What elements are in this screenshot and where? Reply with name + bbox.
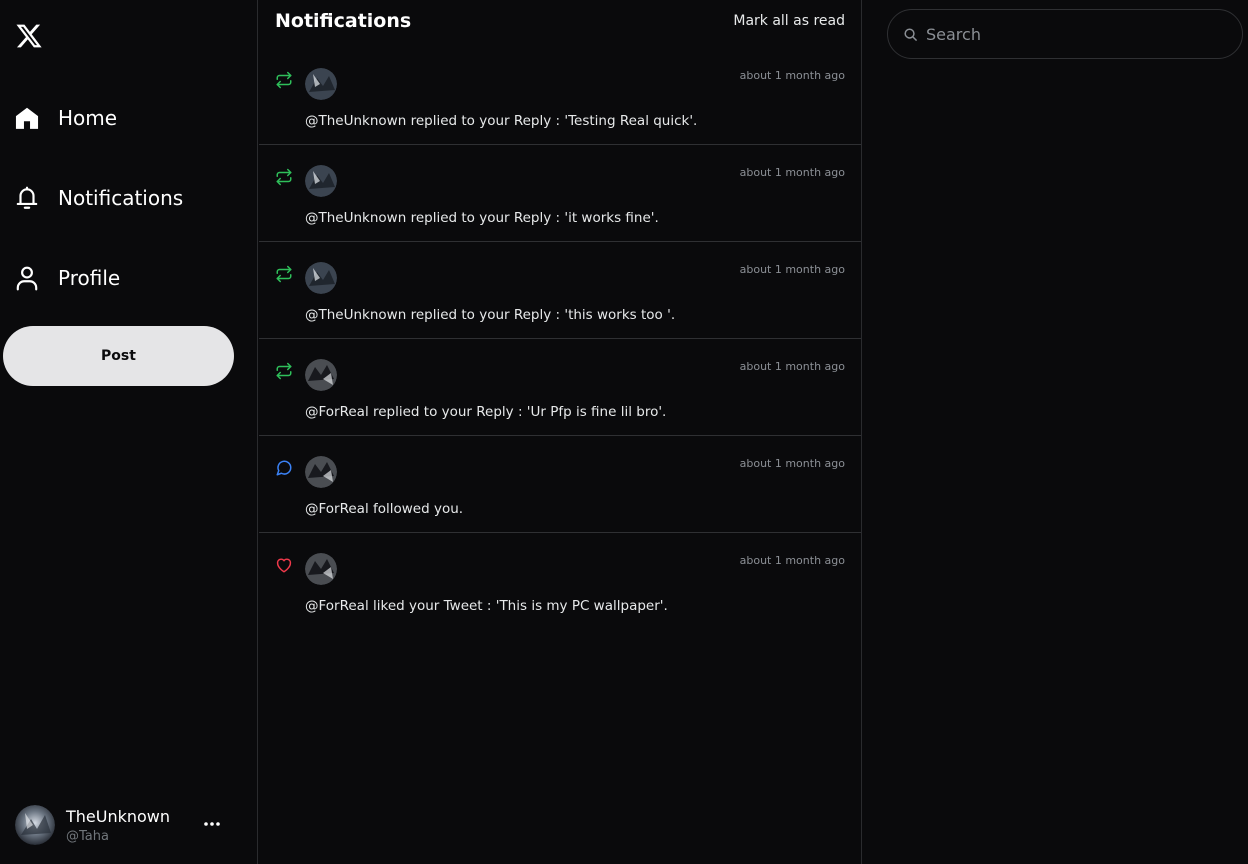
sidebar: Home Notifications Profile Post TheUnkno… xyxy=(0,0,258,864)
notification-text: @ForReal replied to your Reply : 'Ur Pfp… xyxy=(305,404,667,420)
notification-timestamp: about 1 month ago xyxy=(739,166,845,179)
sidebar-item-notifications[interactable]: Notifications xyxy=(14,176,183,220)
repost-icon xyxy=(275,71,293,89)
page-title: Notifications xyxy=(275,10,412,32)
notification-text: @ForReal liked your Tweet : 'This is my … xyxy=(305,598,668,614)
mark-all-read-button[interactable]: Mark all as read xyxy=(733,13,845,29)
notifications-column: Notifications Mark all as read about 1 m… xyxy=(259,0,862,864)
notification-text: @TheUnknown replied to your Reply : 'it … xyxy=(305,210,659,226)
notification-item[interactable]: about 1 month ago @ForReal liked your Tw… xyxy=(259,533,861,630)
sidebar-item-profile[interactable]: Profile xyxy=(14,256,120,300)
sidebar-item-label: Notifications xyxy=(58,186,184,210)
avatar xyxy=(305,456,337,488)
avatar xyxy=(305,359,337,391)
avatar xyxy=(305,262,337,294)
account-handle: @Taha xyxy=(66,828,109,844)
notification-item[interactable]: about 1 month ago @TheUnknown replied to… xyxy=(259,145,861,242)
repost-icon xyxy=(275,362,293,380)
post-button[interactable]: Post xyxy=(3,326,234,386)
repost-icon xyxy=(275,265,293,283)
notification-item[interactable]: about 1 month ago @TheUnknown replied to… xyxy=(259,242,861,339)
x-logo-icon[interactable] xyxy=(15,22,43,50)
notification-timestamp: about 1 month ago xyxy=(739,554,845,567)
notification-text: @TheUnknown replied to your Reply : 'Tes… xyxy=(305,113,698,129)
notification-text: @TheUnknown replied to your Reply : 'thi… xyxy=(305,307,676,323)
right-sidebar xyxy=(863,0,1248,864)
home-icon xyxy=(14,105,40,131)
account-switcher[interactable]: TheUnknown @Taha xyxy=(15,803,245,847)
account-display-name: TheUnknown xyxy=(66,806,171,826)
search-icon xyxy=(902,26,918,42)
avatar xyxy=(15,805,55,845)
notification-timestamp: about 1 month ago xyxy=(739,69,845,82)
more-options-icon[interactable] xyxy=(203,817,221,831)
notification-text: @ForReal followed you. xyxy=(305,501,464,517)
account-names: TheUnknown @Taha xyxy=(66,807,170,844)
avatar xyxy=(305,68,337,100)
heart-icon xyxy=(275,556,293,574)
notification-item[interactable]: about 1 month ago @ForReal replied to yo… xyxy=(259,339,861,436)
notification-timestamp: about 1 month ago xyxy=(739,457,845,470)
sidebar-item-label: Home xyxy=(58,106,118,130)
page-header: Notifications Mark all as read xyxy=(259,0,861,48)
notification-timestamp: about 1 month ago xyxy=(739,360,845,373)
notification-item[interactable]: about 1 month ago @TheUnknown replied to… xyxy=(259,48,861,145)
bell-icon xyxy=(14,185,40,211)
avatar xyxy=(305,165,337,197)
notification-list: about 1 month ago @TheUnknown replied to… xyxy=(259,48,861,630)
notification-item[interactable]: about 1 month ago @ForReal followed you. xyxy=(259,436,861,533)
user-icon xyxy=(14,265,40,291)
comment-icon xyxy=(275,459,293,477)
avatar xyxy=(305,553,337,585)
search-input[interactable] xyxy=(926,24,1216,44)
app-root: Home Notifications Profile Post TheUnkno… xyxy=(0,0,1248,864)
sidebar-item-home[interactable]: Home xyxy=(14,96,117,140)
sidebar-item-label: Profile xyxy=(58,266,121,290)
notification-timestamp: about 1 month ago xyxy=(739,263,845,276)
search-box[interactable] xyxy=(887,9,1243,59)
repost-icon xyxy=(275,168,293,186)
